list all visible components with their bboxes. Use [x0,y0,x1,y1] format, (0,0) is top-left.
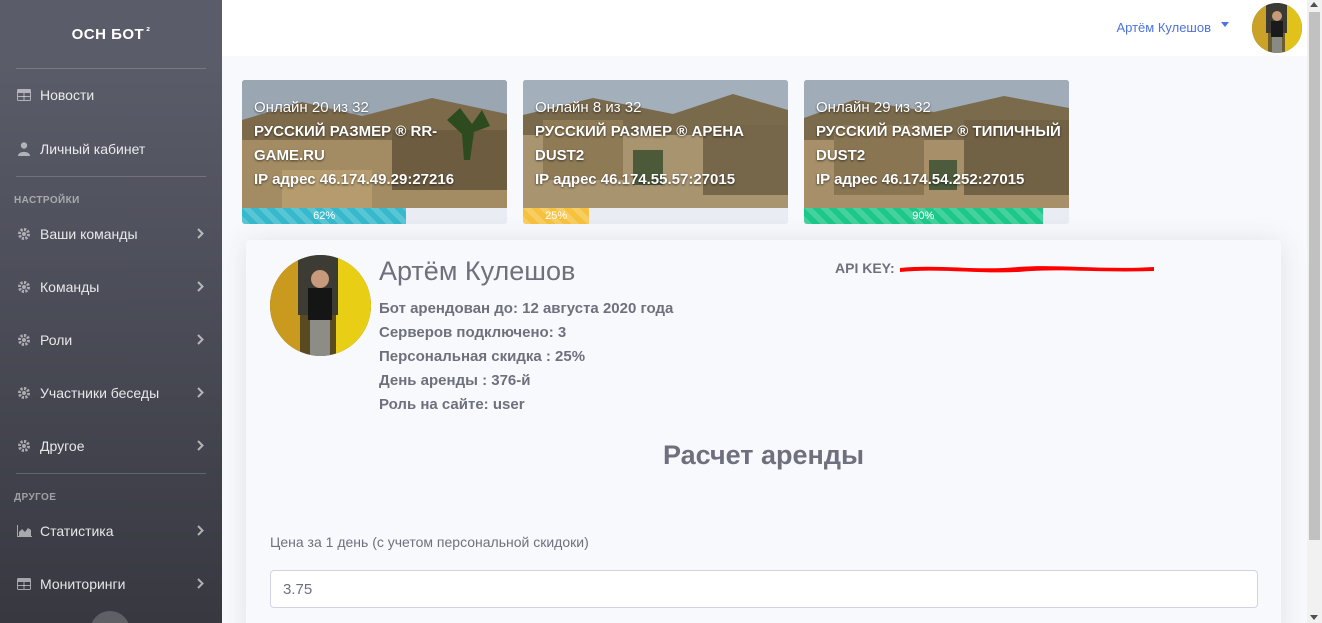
gear-icon [16,227,32,241]
topbar-user-name[interactable]: Артём Кулешов [1116,20,1211,35]
server-load-progress: 25% [523,208,788,224]
server-load-bar: 90% [804,208,1043,224]
brand-text: ОСН БОТ [71,25,145,43]
sidebar-item-members[interactable]: Участники беседы [0,382,222,404]
server-card[interactable]: Онлайн 29 из 32 РУССКИЙ РАЗМЕР ® ТИПИЧНЫ… [804,80,1069,224]
sidebar-divider [16,176,206,177]
server-card[interactable]: Онлайн 8 из 32 РУССКИЙ РАЗМЕР ® АРЕНА DU… [523,80,788,224]
server-ip: IP адрес 46.174.54.252:27015 [816,171,1025,188]
server-info: Онлайн 20 из 32 РУССКИЙ РАЗМЕР ® RR-GAME… [254,96,499,192]
chevron-right-icon [197,279,204,295]
sidebar-item-label: Другое [40,438,85,454]
sidebar-toggle-button[interactable] [90,611,130,623]
profile-servers-connected: Серверов подключено: 3 [379,324,567,341]
profile-rented-until: Бот арендован до: 12 августа 2020 года [379,300,674,317]
server-load-bar: 62% [242,208,407,224]
chevron-right-icon [197,332,204,348]
scrollbar[interactable] [1307,0,1322,623]
sidebar-item-other[interactable]: Другое [0,435,222,457]
server-ip: IP адрес 46.174.49.29:27216 [254,171,455,188]
sidebar-item-label: Новости [40,87,95,103]
server-online: Онлайн 20 из 32 [254,99,369,116]
table-icon [16,577,32,591]
scroll-up-arrow-icon[interactable] [1310,2,1318,7]
chevron-right-icon [197,523,204,539]
sidebar-brand[interactable]: ОСН БОТ ² [0,0,222,68]
sidebar-item-label: Роли [40,332,73,348]
chevron-right-icon [197,226,204,242]
server-load-bar: 25% [523,208,590,224]
table-icon [16,88,32,102]
scrollbar-thumb[interactable] [1309,12,1320,540]
server-name: РУССКИЙ РАЗМЕР ® RR-GAME.RU [254,123,438,164]
chevron-right-icon [197,385,204,401]
chart-area-icon [16,524,32,538]
caret-down-icon[interactable] [1221,22,1229,27]
sidebar-item-monitoring[interactable]: Мониторинги [0,573,222,595]
server-online: Онлайн 8 из 32 [535,99,642,116]
price-input[interactable] [270,570,1258,608]
profile-rent-day: День аренды : 376-й [379,372,531,389]
sidebar-item-commands[interactable]: Команды [0,276,222,298]
sidebar: ОСН БОТ ² Новости Личный кабинет НАСТРОЙК… [0,0,222,623]
server-info: Онлайн 29 из 32 РУССКИЙ РАЗМЕР ® ТИПИЧНЫ… [816,96,1061,192]
brand-sup: ² [146,26,151,38]
profile-discount: Персональная скидка : 25% [379,348,586,365]
sidebar-item-statistics[interactable]: Статистика [0,520,222,542]
topbar: Артём Кулешов [222,0,1307,56]
gear-icon [16,386,32,400]
api-key-label: API KEY: [835,260,895,276]
sidebar-heading-other: ДРУГОЕ [14,492,57,503]
gear-icon [16,280,32,294]
server-name: РУССКИЙ РАЗМЕР ® АРЕНА DUST2 [535,123,745,164]
sidebar-item-label: Участники беседы [40,385,160,401]
avatar[interactable] [1252,3,1302,53]
server-name: РУССКИЙ РАЗМЕР ® ТИПИЧНЫЙ DUST2 [816,123,1061,164]
api-key-redaction [900,266,1154,273]
server-load-progress: 90% [804,208,1069,224]
server-card[interactable]: Онлайн 20 из 32 РУССКИЙ РАЗМЕР ® RR-GAME… [242,80,507,224]
chevron-right-icon [197,576,204,592]
server-load-progress: 62% [242,208,507,224]
user-icon [16,142,32,156]
server-online: Онлайн 29 из 32 [816,99,931,116]
server-info: Онлайн 8 из 32 РУССКИЙ РАЗМЕР ® АРЕНА DU… [535,96,780,192]
profile-name: Артём Кулешов [379,256,576,286]
sidebar-item-your-commands[interactable]: Ваши команды [0,223,222,245]
server-ip: IP адрес 46.174.55.57:27015 [535,171,736,188]
sidebar-item-label: Статистика [40,523,114,539]
rent-calc-title: Расчет аренды [662,440,865,470]
sidebar-divider [16,68,206,69]
sidebar-divider [16,473,206,474]
gear-icon [16,439,32,453]
sidebar-item-cabinet[interactable]: Личный кабинет [0,138,222,160]
sidebar-item-label: Ваши команды [40,226,138,242]
profile-avatar [270,255,371,356]
chevron-right-icon [197,438,204,454]
price-label: Цена за 1 день (с учетом персональной ск… [270,534,589,550]
profile-role: Роль на сайте: user [379,396,525,413]
sidebar-item-label: Мониторинги [40,576,126,592]
sidebar-item-label: Команды [40,279,100,295]
sidebar-item-label: Личный кабинет [40,141,146,157]
gear-icon [16,333,32,347]
profile-card: Артём Кулешов Бот арендован до: 12 авгус… [246,240,1281,623]
sidebar-item-roles[interactable]: Роли [0,329,222,351]
sidebar-heading-settings: НАСТРОЙКИ [14,195,80,206]
sidebar-item-news[interactable]: Новости [0,84,222,106]
scroll-down-arrow-icon[interactable] [1310,615,1318,620]
